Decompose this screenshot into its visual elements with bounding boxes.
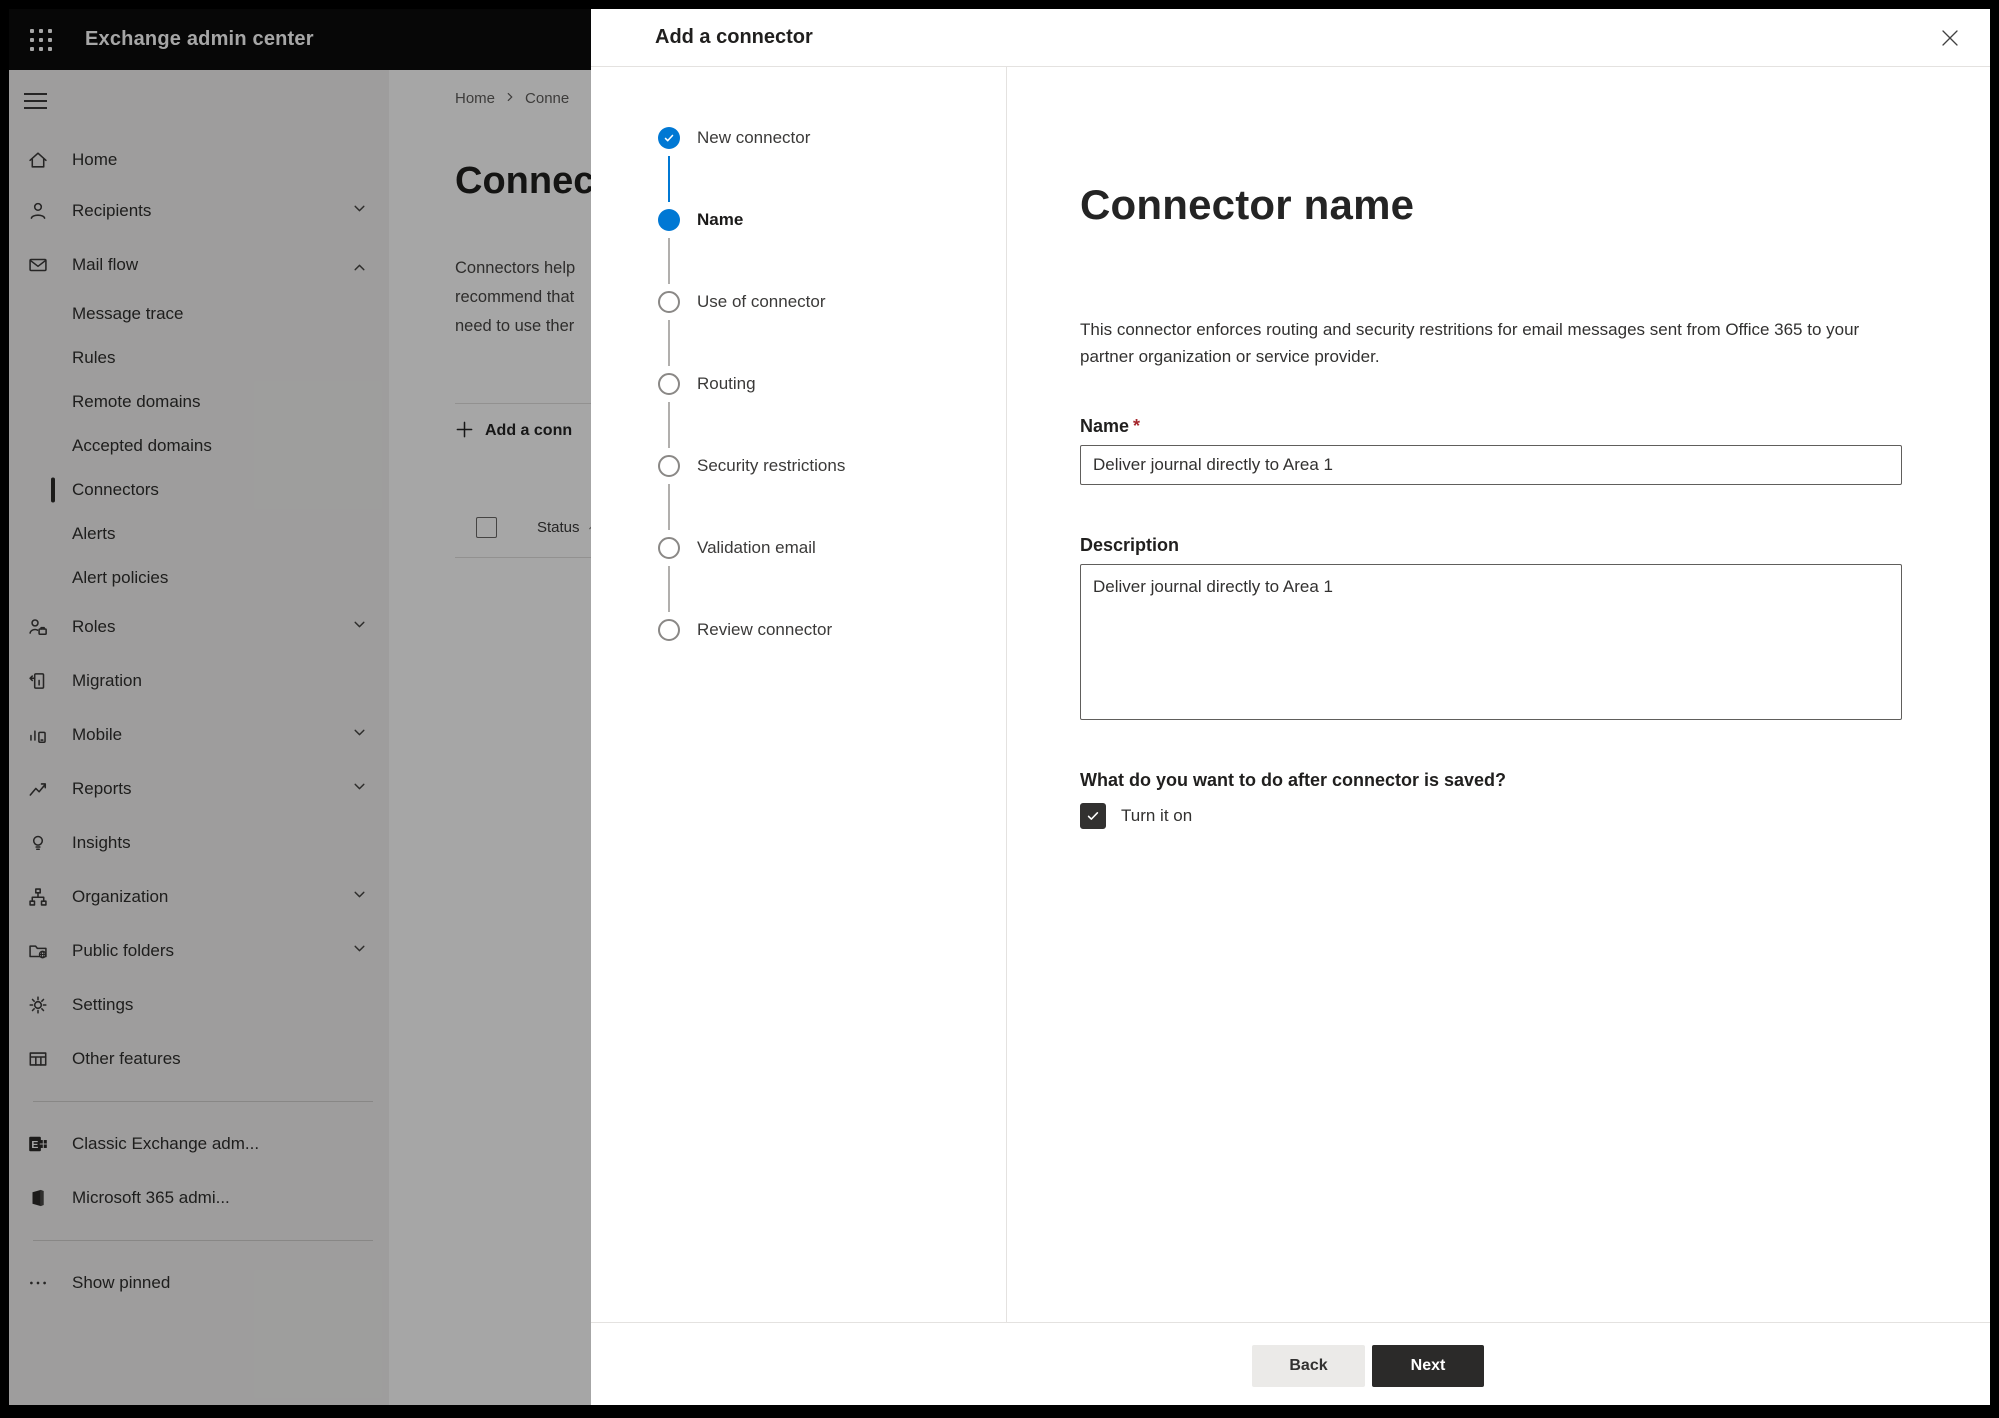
dialog-content: Connector name This connector enforces r… (1007, 67, 1990, 1322)
wizard-step-security-restrictions: Security restrictions (591, 455, 1006, 477)
after-save-question: What do you want to do after connector i… (1080, 770, 1507, 790)
turn-it-on-label: Turn it on (1121, 806, 1193, 825)
close-button[interactable] (1928, 16, 1972, 60)
step-connector-line (668, 320, 670, 366)
step-indicator (658, 209, 680, 231)
dialog-header: Add a connector (591, 9, 1990, 67)
wizard-step-use-of-connector: Use of connector (591, 291, 1006, 313)
wizard-step-routing: Routing (591, 373, 1006, 395)
step-indicator (658, 127, 680, 149)
name-input[interactable] (1080, 445, 1902, 485)
step-heading: Connector name (1080, 181, 1415, 228)
wizard-step-new-connector[interactable]: New connector (591, 127, 1006, 149)
step-connector-line (668, 156, 670, 202)
step-intro: This connector enforces routing and secu… (1080, 320, 1860, 366)
wizard-step-name[interactable]: Name (591, 209, 1006, 231)
step-indicator (658, 455, 680, 477)
step-indicator (658, 291, 680, 313)
step-connector-line (668, 566, 670, 612)
wizard-stepper: New connector Name Use of connector Routing… (591, 67, 1007, 1322)
name-field-label: Name * (1080, 416, 1990, 437)
step-connector-line (668, 402, 670, 448)
turn-it-on-checkbox-row[interactable]: Turn it on (1080, 803, 1990, 829)
description-field-label: Description (1080, 535, 1180, 555)
dialog-title: Add a connector (655, 26, 813, 48)
back-button[interactable]: Back (1252, 1345, 1365, 1387)
wizard-step-validation-email: Validation email (591, 537, 1006, 559)
step-label: Review connector (697, 620, 833, 639)
description-textarea[interactable]: Deliver journal directly to Area 1 (1080, 564, 1902, 720)
step-label: New connector (697, 128, 811, 147)
dialog-footer: Back Next (591, 1322, 1990, 1405)
step-indicator (658, 619, 680, 641)
wizard-step-review-connector: Review connector (591, 619, 1006, 641)
step-indicator (658, 373, 680, 395)
required-marker: * (1133, 416, 1141, 436)
turn-it-on-checkbox[interactable] (1080, 803, 1106, 829)
step-label: Routing (697, 374, 756, 393)
screen: Exchange admin center Home Recipients Mail… (0, 0, 1999, 1418)
next-button[interactable]: Next (1372, 1345, 1484, 1387)
step-check-icon (664, 134, 674, 142)
step-indicator (658, 537, 680, 559)
step-label: Validation email (697, 538, 816, 557)
step-connector-line (668, 484, 670, 530)
add-connector-dialog: Add a connector New connector Name Use of … (591, 9, 1990, 1405)
app-frame: Exchange admin center Home Recipients Mail… (9, 9, 1990, 1405)
dialog-body: New connector Name Use of connector Routing… (591, 67, 1990, 1322)
name-label-text: Name (1080, 416, 1130, 436)
step-label: Use of connector (697, 292, 826, 311)
checkmark-icon (1087, 812, 1099, 820)
step-connector-line (668, 238, 670, 284)
footer-buttons: Back Next (1252, 1345, 1484, 1387)
close-icon (1942, 29, 1958, 46)
step-label: Security restrictions (697, 456, 846, 475)
step-label: Name (697, 210, 744, 229)
